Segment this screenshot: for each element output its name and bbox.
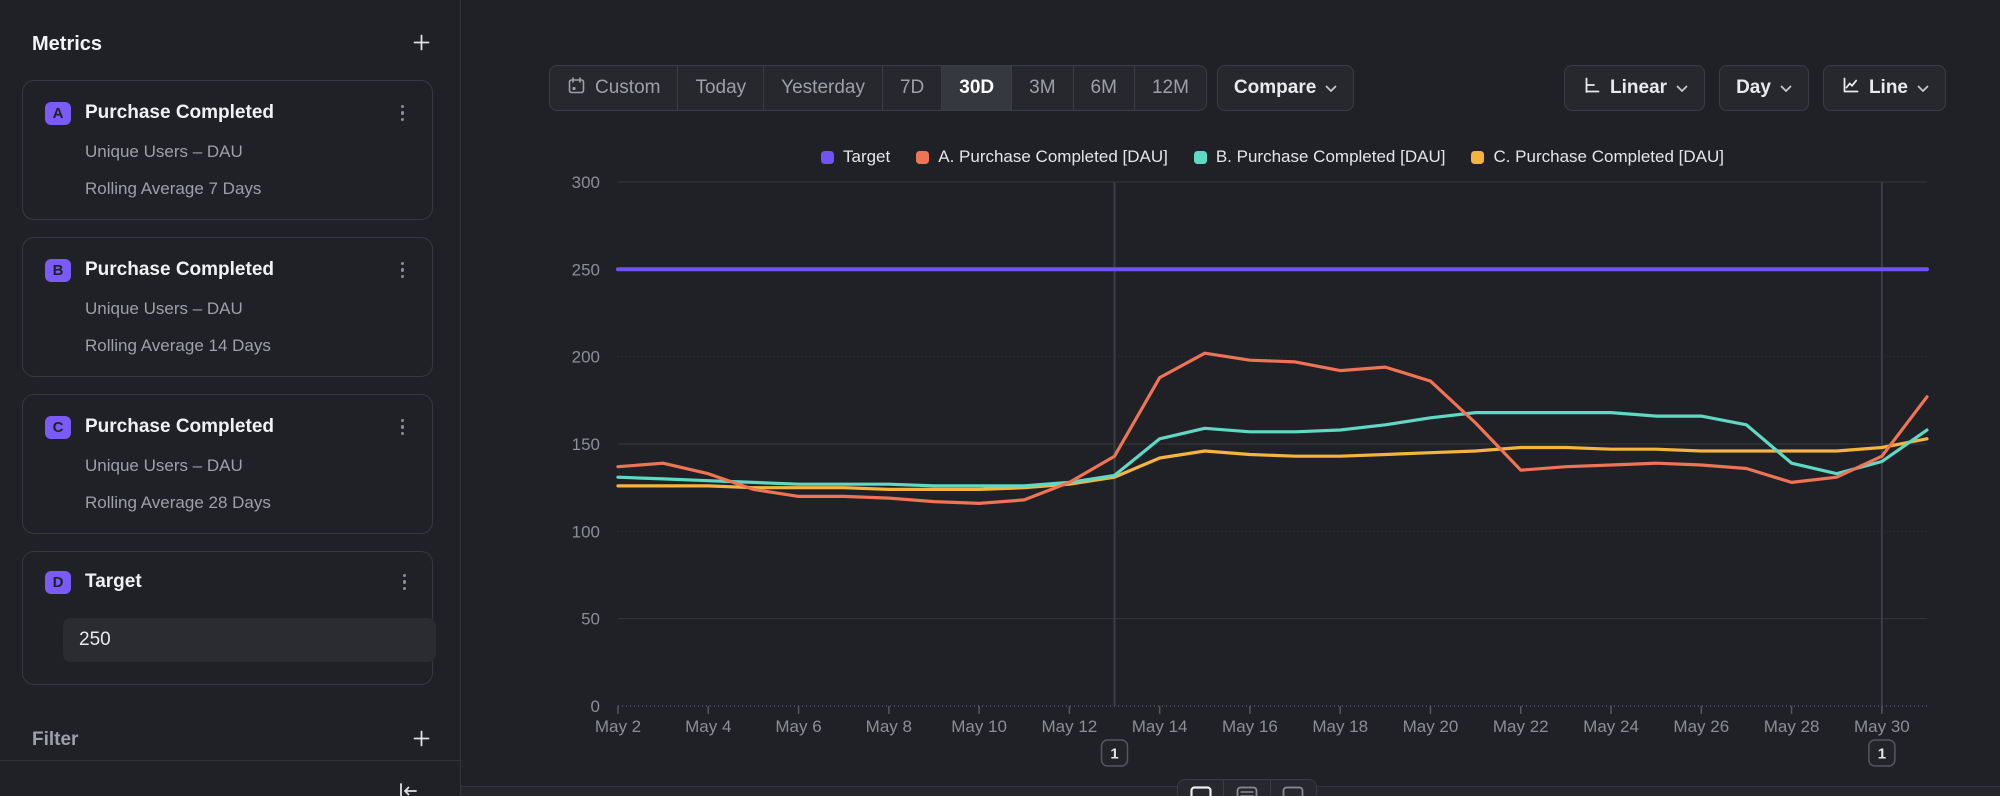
series-line-2[interactable] — [618, 413, 1927, 486]
x-axis-label: May 4 — [685, 717, 731, 736]
table-view-button[interactable] — [1223, 780, 1269, 796]
x-axis-label: May 22 — [1493, 717, 1549, 736]
view-switcher — [1177, 779, 1317, 796]
x-axis-label: May 14 — [1132, 717, 1188, 736]
line-chart: 0 50 100 150 200 250 300 May 2 May 4 May 6 May 8 Ma… — [0, 0, 2000, 796]
x-axis-label: May 28 — [1764, 717, 1820, 736]
series-line-3[interactable] — [618, 439, 1927, 490]
x-axis-label: May 26 — [1673, 717, 1729, 736]
x-axis-label: May 6 — [775, 717, 821, 736]
y-axis-label: 150 — [572, 435, 600, 454]
chart-view-button[interactable] — [1178, 780, 1223, 796]
app-root: { "colors": { "accent_purple": "#7b5bf5"… — [0, 0, 2000, 796]
chart-panel-icon — [1190, 786, 1212, 796]
annotation-badge-label: 1 — [1878, 746, 1886, 763]
series-line-1[interactable] — [618, 353, 1927, 503]
x-axis-label: May 16 — [1222, 717, 1278, 736]
x-axis-label: May 30 — [1854, 717, 1910, 736]
y-axis-label: 250 — [572, 260, 600, 279]
y-axis-label: 100 — [572, 522, 600, 541]
y-axis-label: 300 — [572, 173, 600, 192]
y-axis-label: 200 — [572, 348, 600, 367]
x-axis-label: May 2 — [595, 717, 641, 736]
details-panel-icon — [1282, 786, 1304, 796]
table-panel-icon — [1236, 786, 1258, 796]
details-view-button[interactable] — [1270, 780, 1316, 796]
annotation-badge-label: 1 — [1110, 746, 1118, 763]
x-axis-label: May 12 — [1042, 717, 1098, 736]
x-axis-label: May 24 — [1583, 717, 1639, 736]
x-axis-label: May 18 — [1312, 717, 1368, 736]
y-axis-label: 0 — [591, 697, 600, 716]
x-axis-label: May 10 — [951, 717, 1007, 736]
x-axis-label: May 8 — [866, 717, 912, 736]
x-axis-label: May 20 — [1403, 717, 1459, 736]
y-axis-label: 50 — [581, 610, 600, 629]
